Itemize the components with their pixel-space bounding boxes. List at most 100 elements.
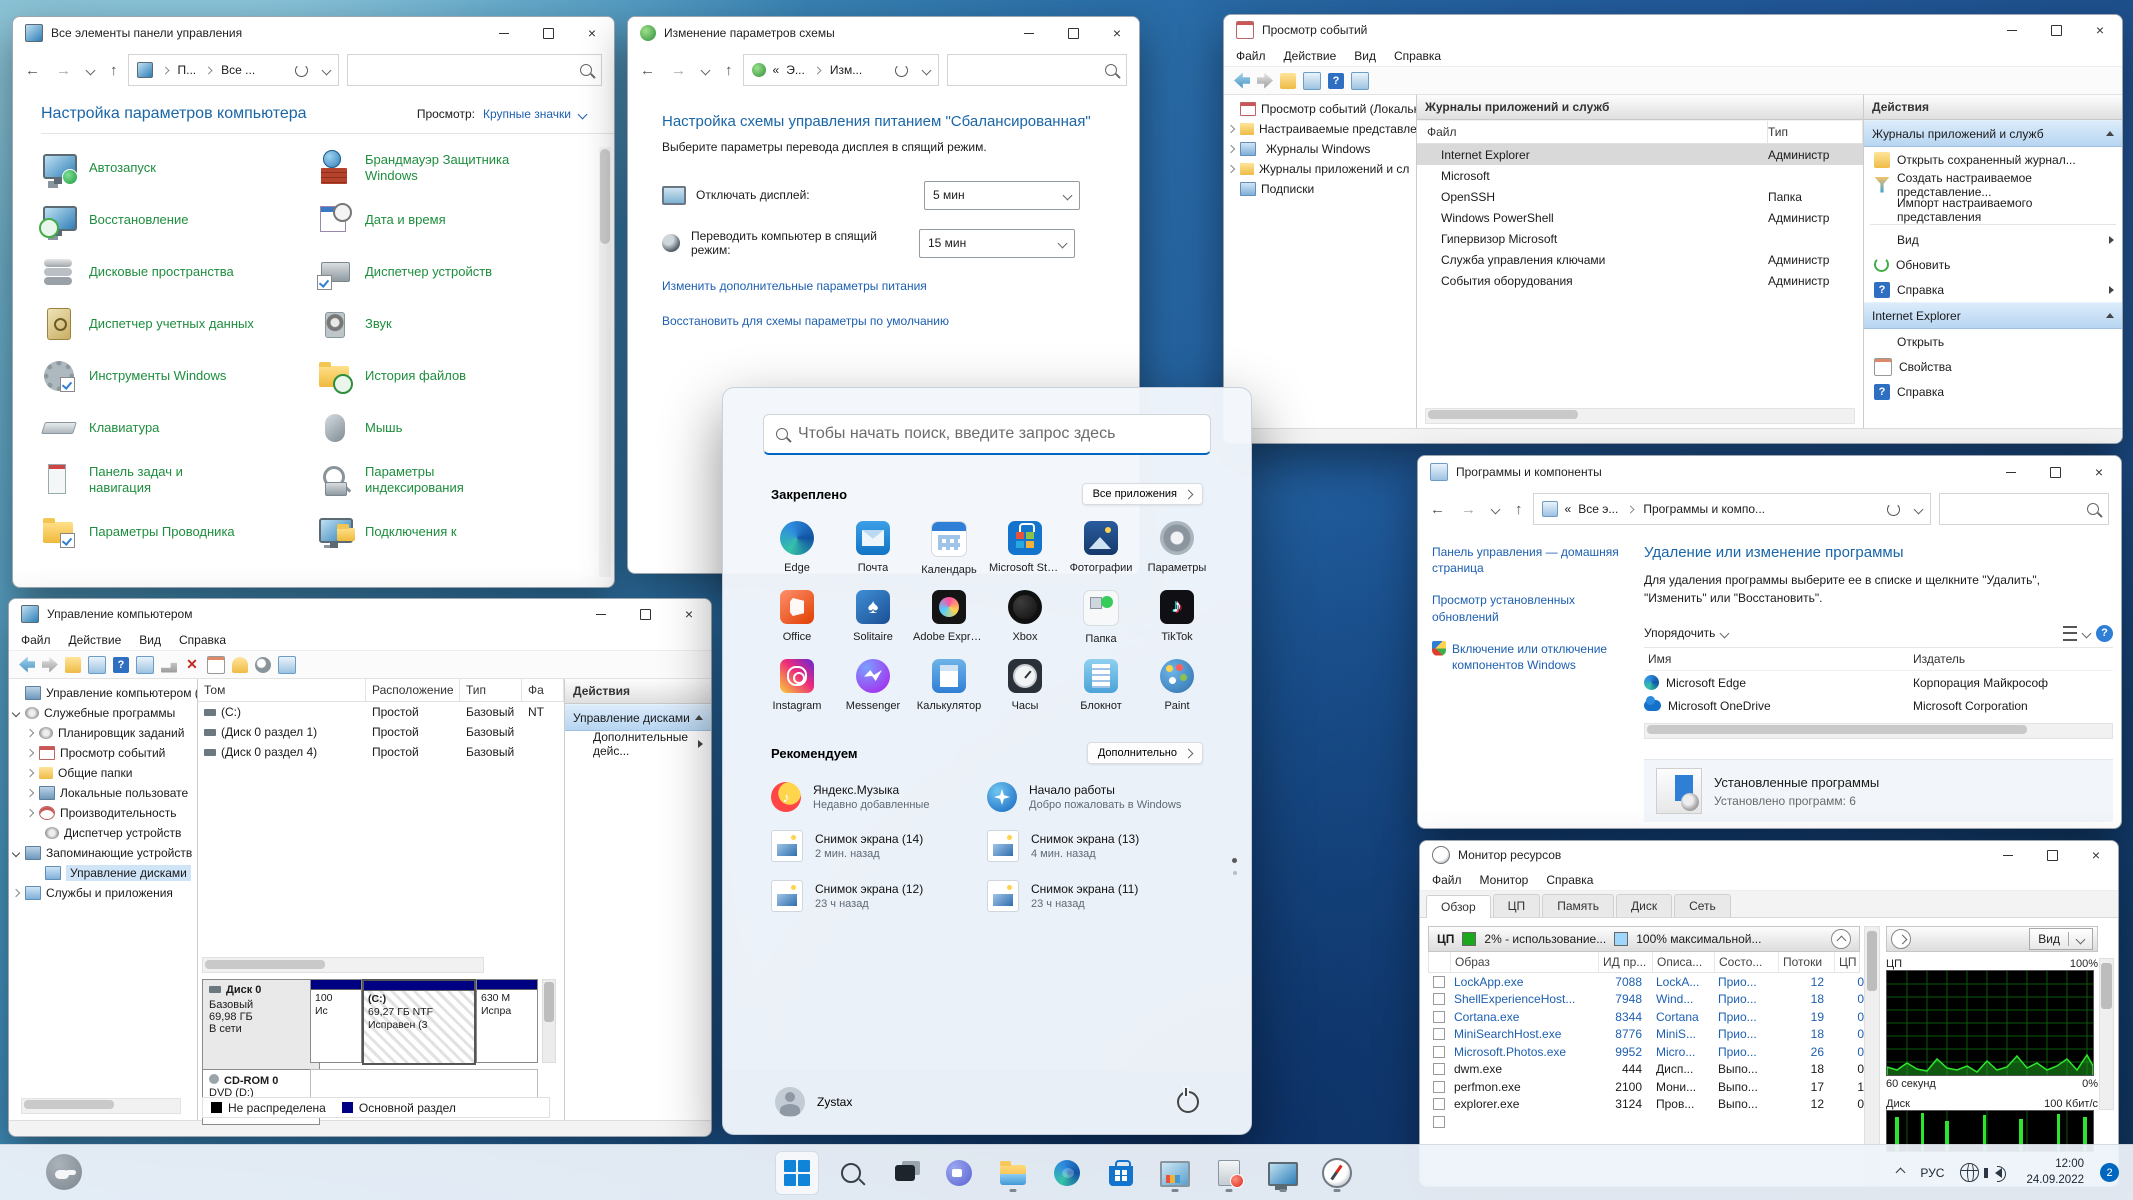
titlebar[interactable]: Управление компьютером × [9,599,711,629]
pointer-icon[interactable] [161,657,177,673]
power-button[interactable] [1177,1091,1199,1113]
cp-item-indexing[interactable]: Параметры индексирования [317,462,569,498]
start-button[interactable] [775,1151,819,1195]
rec-screenshot-12[interactable]: Снимок экрана (12)23 ч назад [771,880,987,912]
forward-button[interactable]: → [1461,501,1476,518]
organize-button[interactable]: Упорядочить [1644,626,1715,640]
forward-button[interactable]: → [56,62,71,79]
column-description[interactable]: Описа... [1653,952,1715,972]
tree-item-event-viewer[interactable]: Просмотр событий [9,743,197,763]
cp-item-keyboard[interactable]: Клавиатура [41,410,293,446]
tab-overview[interactable]: Обзор [1426,895,1491,918]
disk0-info[interactable]: Диск 0 Базовый 69,98 ГБ В сети [202,979,320,1071]
action-more[interactable]: Дополнительные дейс... [565,731,711,756]
breadcrumb-item[interactable]: Э... [786,63,805,77]
refresh-icon[interactable] [895,64,908,77]
sidebar-updates-link[interactable]: Просмотр установленных обновлений [1432,592,1644,624]
column-threads[interactable]: Потоки [1779,952,1835,972]
close-button[interactable]: × [2077,456,2121,488]
cp-item-device-manager[interactable]: Диспетчер устройств [317,254,569,290]
delete-icon[interactable]: ✕ [184,657,200,673]
horizontal-scrollbar[interactable] [1644,723,2113,739]
search-box[interactable] [1939,493,2109,525]
menu-view[interactable]: Вид [1354,49,1376,63]
tree-item-shared-folders[interactable]: Общие папки [9,763,197,783]
forward-icon[interactable] [42,657,58,673]
maximize-button[interactable] [1051,17,1095,49]
cp-item-credential-manager[interactable]: Диспетчер учетных данных [41,306,293,342]
column-volume[interactable]: Том [198,679,366,701]
control-panel-button[interactable] [1153,1151,1197,1195]
scrollbar[interactable] [599,147,611,577]
back-button[interactable]: ← [25,62,40,79]
cp-item-recovery[interactable]: Восстановление [41,202,293,238]
expand-graphs-button[interactable] [1891,929,1911,949]
store-button[interactable] [1099,1151,1143,1195]
computer-management-button[interactable] [1261,1151,1305,1195]
all-apps-button[interactable]: Все приложения [1082,483,1203,505]
tree-item-disk-management[interactable]: Управление дисками [9,863,197,883]
menu-action[interactable]: Действие [69,633,122,647]
back-icon[interactable] [1234,73,1250,89]
tree-item-system-tools[interactable]: Служебные программы [9,703,197,723]
app-store[interactable]: Microsoft Store [987,521,1063,576]
menu-monitor[interactable]: Монитор [1480,873,1529,887]
back-button[interactable]: ← [640,62,655,79]
breadcrumb-item[interactable]: Изм... [830,63,862,77]
process-row[interactable]: dwm.exe444Дисп...Выпо...1801,8 [1428,1061,1860,1079]
action-help[interactable]: ?Справка [1864,379,2122,404]
menu-view[interactable]: Вид [139,633,161,647]
actions-group-header[interactable]: Журналы приложений и служб [1864,120,2122,147]
column-layout[interactable]: Расположение [366,679,460,701]
tree-item-custom-views[interactable]: Настраиваемые представлен [1224,119,1416,139]
app-tiktok[interactable]: TikTok [1139,590,1215,645]
minimize-button[interactable] [1986,841,2030,869]
titlebar[interactable]: Все элементы панели управления × [13,17,614,49]
edge-button[interactable] [1045,1151,1089,1195]
more-button[interactable]: Дополнительно [1087,742,1203,764]
widgets-weather-icon[interactable] [46,1154,82,1190]
menu-help[interactable]: Справка [1394,49,1441,63]
titlebar[interactable]: Просмотр событий × [1224,15,2122,45]
display-timeout-select[interactable]: 5 мин [924,181,1080,210]
organize-dropdown-icon[interactable] [1720,628,1730,638]
column-image[interactable]: Образ [1451,952,1599,972]
tab-cpu[interactable]: ЦП [1493,894,1541,917]
log-row[interactable]: Microsoft [1417,165,1863,186]
network-globe-icon[interactable] [1960,1163,1979,1182]
maximize-button[interactable] [2033,456,2077,488]
app-settings[interactable]: Параметры [1139,521,1215,576]
minimize-button[interactable] [1990,15,2034,45]
menu-file[interactable]: Файл [1432,873,1462,887]
column-type[interactable]: Тип [460,679,522,701]
address-dropdown-icon[interactable] [922,65,932,75]
app-calculator[interactable]: Калькулятор [911,659,987,712]
tree-item-services[interactable]: Службы и приложения [9,883,197,903]
checkbox[interactable] [1433,1081,1445,1093]
back-icon[interactable] [19,657,35,673]
checkbox[interactable] [1433,993,1445,1005]
search-box[interactable] [947,54,1127,86]
cp-item-taskbar-nav[interactable]: Панель задач и навигация [41,462,293,498]
minimize-button[interactable] [579,599,623,629]
maximize-button[interactable] [623,599,667,629]
resource-monitor-button[interactable] [1315,1151,1359,1195]
minimize-button[interactable] [1007,17,1051,49]
cpu-section-header[interactable]: ЦП 2% - использование... 100% максимальн… [1428,926,1860,952]
app-folder[interactable]: Папка [1063,590,1139,645]
extend-icon[interactable] [232,657,248,673]
notification-badge[interactable]: 2 [2100,1163,2119,1182]
close-button[interactable]: × [2074,841,2118,869]
address-bar[interactable]: « Все э... Программы и компо... [1533,493,1932,525]
tree-item-performance[interactable]: Производительность [9,803,197,823]
app-messenger[interactable]: Messenger [835,659,911,712]
rec-screenshot-14[interactable]: Снимок экрана (14)2 мин. назад [771,830,987,862]
column-status[interactable]: Состо... [1715,952,1779,972]
log-row[interactable]: OpenSSHПапка [1417,186,1863,207]
action-import-custom-view[interactable]: Импорт настраиваемого представления [1864,197,2122,222]
close-button[interactable]: × [570,17,614,49]
history-dropdown-icon[interactable] [701,65,711,75]
up-button[interactable]: ↑ [110,62,118,79]
column-fs[interactable]: Фа [522,679,564,701]
checkbox[interactable] [1433,1098,1445,1110]
